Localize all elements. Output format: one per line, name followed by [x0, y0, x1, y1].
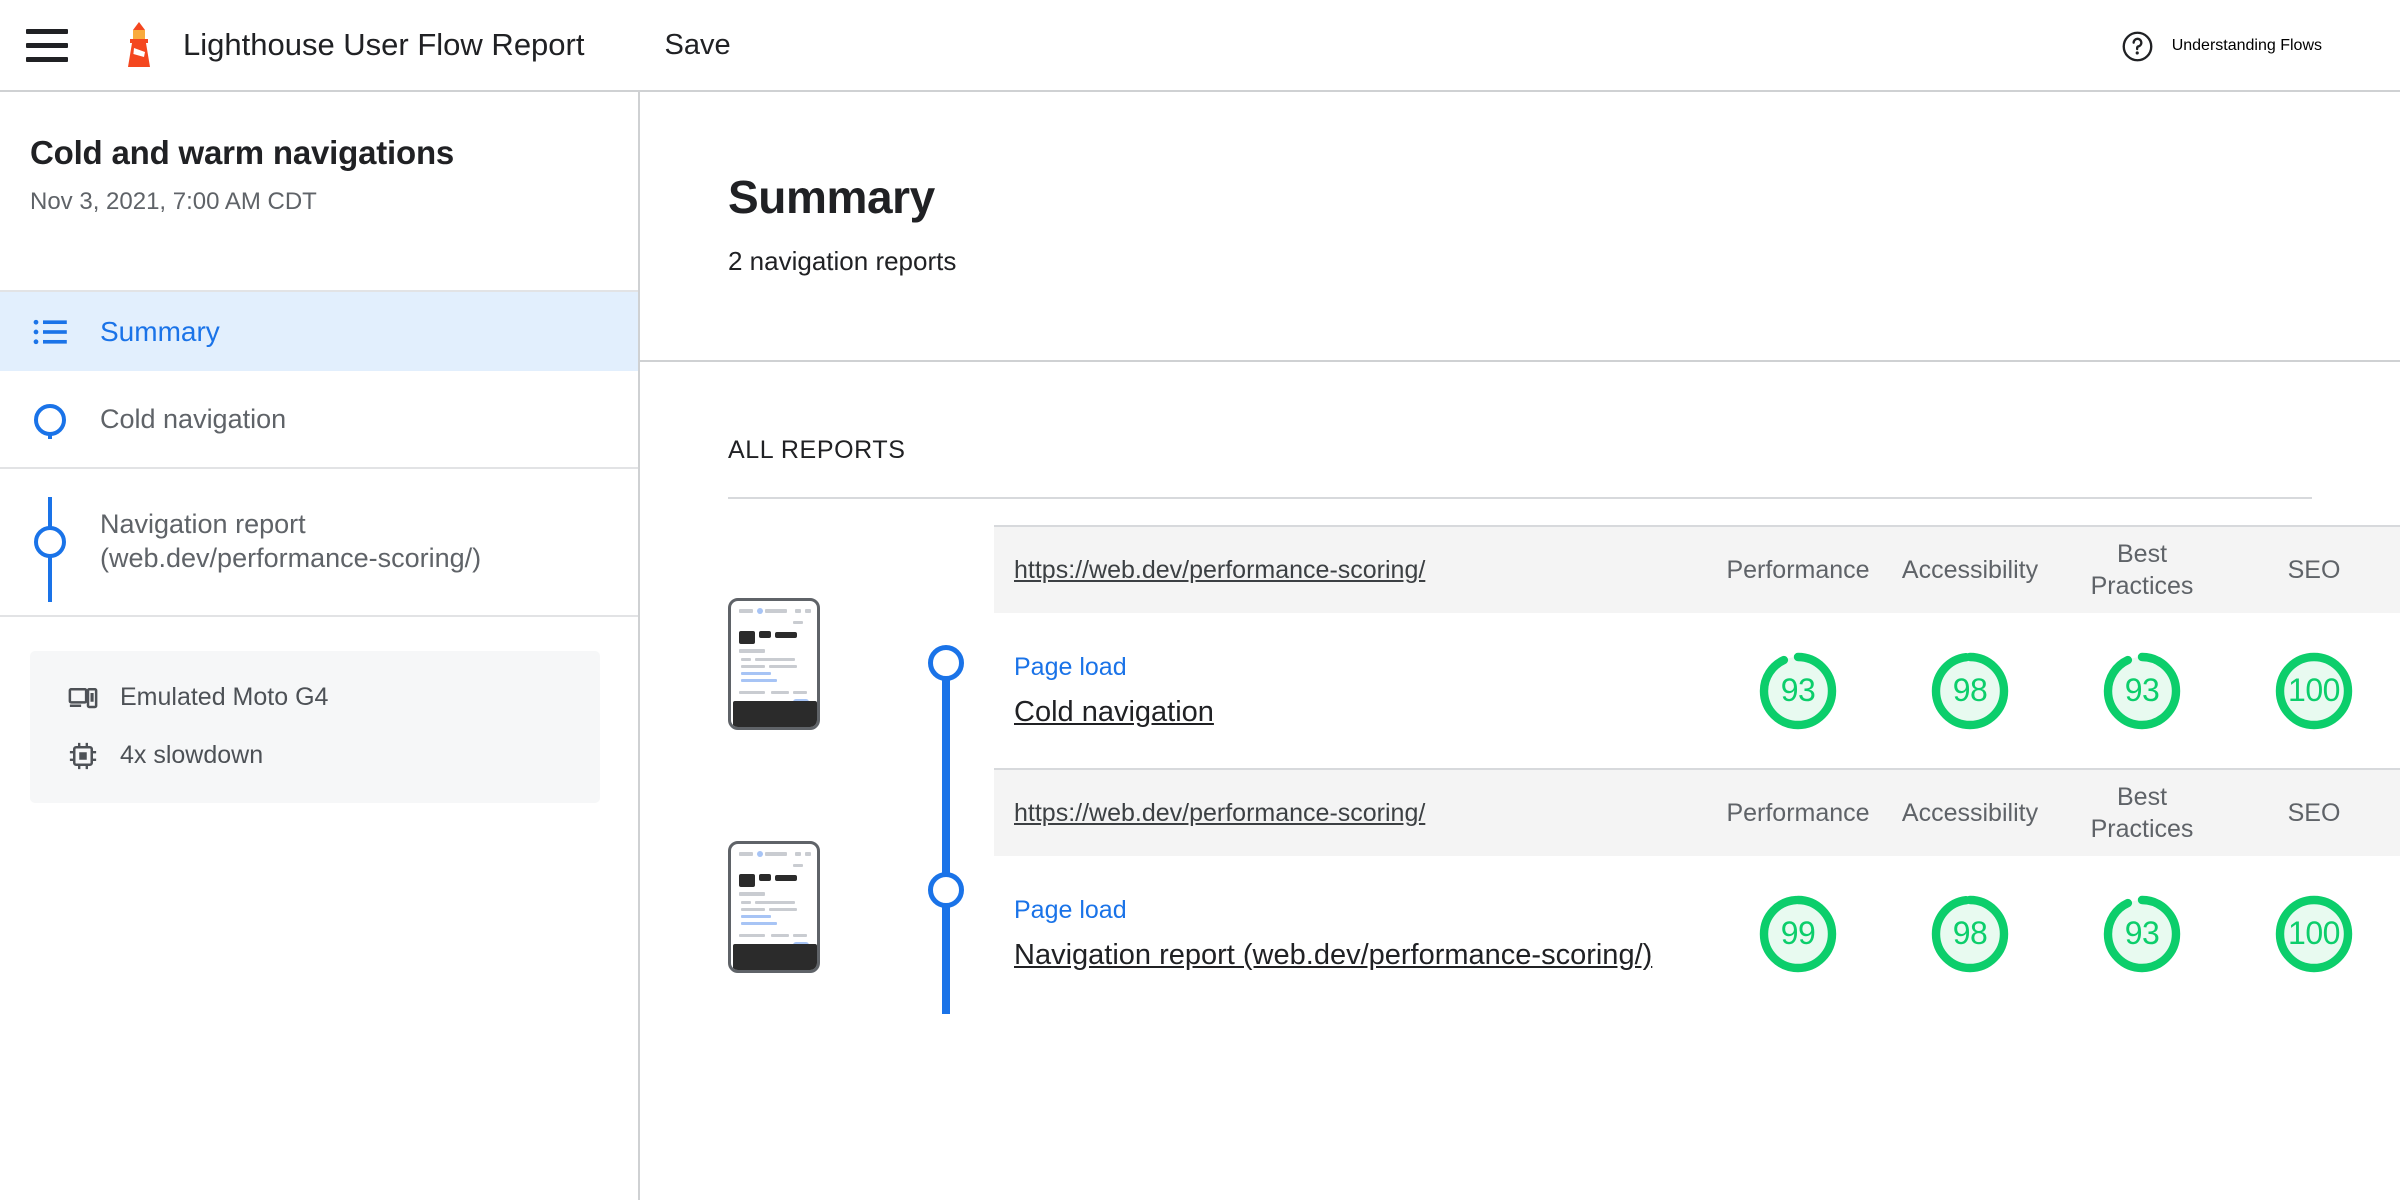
sidebar-item-navigation-report[interactable]: Navigation report (web.dev/performance-s… — [0, 469, 638, 617]
page-subtitle: 2 navigation reports — [728, 246, 957, 276]
device-emulation-label: Emulated Moto G4 — [120, 683, 329, 712]
flow-node-icon — [928, 645, 964, 681]
score-value-performance: 99 — [1780, 915, 1816, 951]
score-value-best-practices: 93 — [2124, 915, 2160, 951]
page-body: Cold and warm navigations Nov 3, 2021, 7… — [0, 92, 2400, 1200]
sidebar-item-icon-slot — [0, 314, 100, 349]
gesture-label[interactable]: Page load — [1014, 653, 1692, 682]
report-name-link[interactable]: Cold navigation — [1014, 696, 1692, 729]
column-header-performance: Performance — [1726, 555, 1870, 584]
summary-header: Summary 2 navigation reports — [640, 92, 2400, 362]
score-gauge-best-practices[interactable]: 93 — [2098, 890, 2186, 978]
report-table: https://web.dev/performance-scoring/ Per… — [994, 768, 2400, 1011]
hamburger-bar-1 — [26, 28, 68, 34]
score-cell-performance: 99 — [1712, 890, 1884, 978]
page-title: Summary — [728, 171, 935, 223]
score-cell-accessibility: 98 — [1884, 647, 2056, 735]
score-value-best-practices: 93 — [2124, 672, 2160, 708]
score-gauge-seo[interactable]: 100 — [2270, 890, 2358, 978]
cpu-chip-icon — [66, 739, 100, 773]
score-gauge-performance[interactable]: 99 — [1754, 890, 1842, 978]
gesture-label[interactable]: Page load — [1014, 896, 1692, 925]
understanding-flows-link[interactable]: Understanding Flows — [2121, 0, 2322, 92]
timeline-node-icon — [34, 525, 66, 558]
brand-home-link[interactable]: Lighthouse User Flow Report — [120, 21, 584, 69]
column-header-best-practices: Best Practices — [2090, 782, 2194, 844]
report-block: https://web.dev/performance-scoring/ Per… — [728, 525, 2400, 1014]
flow-connector-line — [942, 662, 950, 1014]
cpu-throttling-row: 4x slowdown — [66, 739, 600, 773]
report-name-cell: Page load Navigation report (web.dev/per… — [994, 896, 1712, 972]
report-table: https://web.dev/performance-scoring/ Per… — [994, 525, 2400, 768]
column-header-best-practices: Best Practices — [2090, 539, 2194, 601]
score-cell-seo: 100 — [2228, 890, 2400, 978]
section-divider — [728, 497, 2312, 499]
save-button[interactable]: Save — [664, 29, 730, 62]
report-name-link[interactable]: Navigation report (web.dev/performance-s… — [1014, 939, 1692, 972]
score-cell-seo: 100 — [2228, 647, 2400, 735]
sidebar-timeline-slot-2 — [0, 496, 100, 602]
flow-title: Cold and warm navigations — [30, 134, 455, 171]
score-value-performance: 93 — [1780, 672, 1816, 708]
score-gauge-seo[interactable]: 100 — [2270, 647, 2358, 735]
page-screenshot-thumbnail[interactable] — [728, 840, 820, 973]
sidebar-item-label-summary: Summary — [100, 316, 220, 347]
flow-timestamp: Nov 3, 2021, 7:00 AM CDT — [30, 188, 317, 215]
report-url-link[interactable]: https://web.dev/performance-scoring/ — [994, 799, 1712, 828]
page-screenshot-thumbnail[interactable] — [728, 597, 820, 730]
device-emulation-row: Emulated Moto G4 — [66, 681, 600, 715]
score-gauge-best-practices[interactable]: 93 — [2098, 647, 2186, 735]
understanding-flows-label: Understanding Flows — [2171, 37, 2322, 54]
column-header-seo: SEO — [2287, 555, 2341, 584]
score-gauge-accessibility[interactable]: 98 — [1926, 890, 2014, 978]
devices-icon — [66, 681, 100, 715]
hamburger-bar-2 — [26, 42, 68, 48]
hamburger-bar-3 — [26, 56, 68, 62]
flow-node-icon — [928, 872, 964, 908]
column-header-accessibility: Accessibility — [1901, 798, 2039, 827]
main-content: Summary 2 navigation reports ALL REPORTS — [640, 92, 2400, 1200]
table-header-row: https://web.dev/performance-scoring/ Per… — [994, 525, 2400, 613]
lighthouse-logo-icon — [128, 22, 150, 67]
report-block: https://web.dev/performance-scoring/ Per… — [728, 768, 2400, 1011]
reports-list: https://web.dev/performance-scoring/ Per… — [640, 525, 2400, 1014]
score-cell-performance: 93 — [1712, 647, 1884, 735]
table-header-row: https://web.dev/performance-scoring/ Per… — [994, 768, 2400, 856]
report-name-cell: Page load Cold navigation — [994, 653, 1712, 729]
app-title: Lighthouse User Flow Report — [183, 27, 585, 62]
column-header-seo: SEO — [2287, 798, 2341, 827]
sidebar-timeline-slot-1 — [0, 403, 100, 439]
sidebar-header: Cold and warm navigations Nov 3, 2021, 7… — [0, 92, 638, 292]
table-row: Page load Cold navigation 93 98 93 100 — [994, 613, 2400, 768]
top-app-bar: Lighthouse User Flow Report Save Underst… — [0, 0, 2400, 92]
score-cell-best-practices: 93 — [2056, 647, 2228, 735]
sidebar-item-label-cold-navigation: Cold navigation — [100, 404, 287, 434]
thumbnail-column — [728, 768, 898, 1011]
list-icon — [33, 319, 67, 344]
all-reports-label: ALL REPORTS — [728, 436, 906, 464]
timeline-node-icon — [34, 403, 66, 436]
report-url-link[interactable]: https://web.dev/performance-scoring/ — [994, 556, 1712, 585]
column-header-accessibility: Accessibility — [1901, 555, 2039, 584]
score-gauge-performance[interactable]: 93 — [1754, 647, 1842, 735]
hamburger-menu-icon[interactable] — [26, 22, 72, 68]
score-value-seo: 100 — [2288, 672, 2340, 708]
sidebar-item-cold-navigation[interactable]: Cold navigation — [0, 373, 638, 469]
help-circle-icon — [2122, 31, 2153, 61]
sidebar-item-label-navigation-report: Navigation report (web.dev/performance-s… — [100, 509, 482, 573]
table-row: Page load Navigation report (web.dev/per… — [994, 856, 2400, 1011]
score-cell-accessibility: 98 — [1884, 890, 2056, 978]
thumbnail-column — [728, 525, 898, 768]
sidebar-item-summary[interactable]: Summary — [0, 292, 638, 373]
connector-column — [898, 525, 994, 1014]
score-value-accessibility: 98 — [1952, 672, 1988, 708]
score-value-accessibility: 98 — [1952, 915, 1988, 951]
score-cell-best-practices: 93 — [2056, 890, 2228, 978]
sidebar: Cold and warm navigations Nov 3, 2021, 7… — [0, 92, 640, 1200]
score-gauge-accessibility[interactable]: 98 — [1926, 647, 2014, 735]
device-info-box: Emulated Moto G4 4x slowdown — [30, 650, 600, 803]
score-value-seo: 100 — [2288, 915, 2340, 951]
cpu-throttling-label: 4x slowdown — [120, 741, 264, 770]
column-header-performance: Performance — [1726, 798, 1870, 827]
